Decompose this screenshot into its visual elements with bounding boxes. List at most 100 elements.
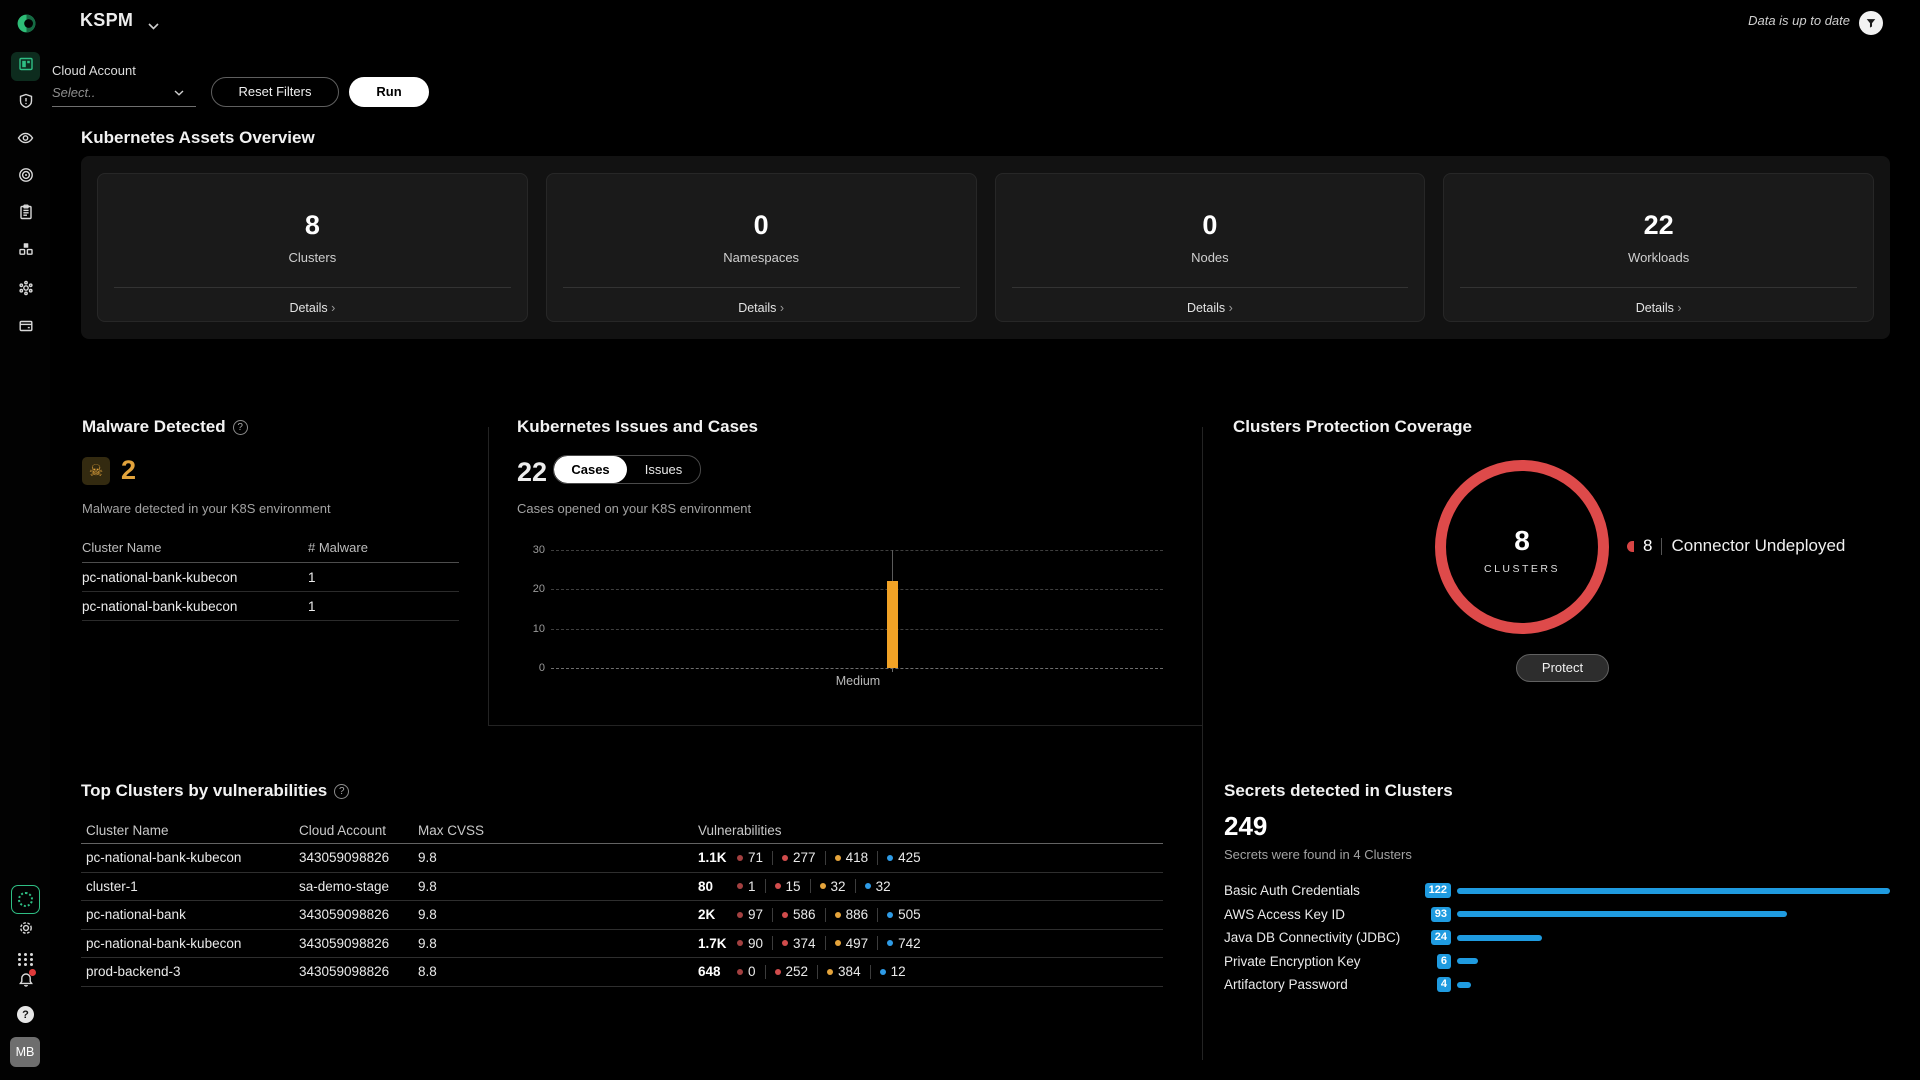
divider [765, 879, 766, 893]
filter-button[interactable] [1859, 11, 1883, 35]
table-row[interactable]: pc-national-bank-kubecon 343059098826 9.… [81, 844, 1163, 873]
top-clusters-title: Top Clusters by vulnerabilities [81, 781, 327, 800]
secret-label: AWS Access Key ID [1224, 907, 1419, 922]
details-link[interactable]: Details › [996, 301, 1425, 315]
issues-cases-title: Kubernetes Issues and Cases [517, 417, 758, 436]
cluster-name-cell: pc-national-bank-kubecon [86, 936, 299, 951]
cases-issues-toggle: Cases Issues [553, 455, 701, 484]
divider [1460, 287, 1857, 288]
severity-count: 97 [737, 907, 763, 922]
target-icon [18, 167, 34, 188]
sidebar-item-settings[interactable] [11, 916, 40, 945]
table-row[interactable]: prod-backend-3 343059098826 8.8 648 0 25… [81, 958, 1163, 987]
table-row[interactable]: pc-national-bank 343059098826 9.8 2K 97 … [81, 901, 1163, 930]
legend-value: 8 [1643, 536, 1652, 556]
severity-count: 497 [835, 936, 869, 951]
help-icon[interactable]: ? [334, 784, 349, 799]
details-link[interactable]: Details › [547, 301, 976, 315]
divider [877, 908, 878, 922]
chart-bar[interactable] [887, 581, 898, 668]
severity-count: 277 [782, 850, 816, 865]
tab-cases[interactable]: Cases [554, 456, 627, 483]
secret-row[interactable]: Private Encryption Key 6 [1224, 950, 1892, 974]
table-row[interactable]: cluster-1 sa-demo-stage 9.8 80 1 15 32 3… [81, 873, 1163, 902]
table-row[interactable]: pc-national-bank-kubecon1 [82, 592, 459, 621]
sidebar-item-notifications[interactable] [11, 968, 40, 997]
sidebar-item-copilot[interactable] [11, 885, 40, 914]
secrets-caption: Secrets were found in 4 Clusters [1224, 847, 1412, 862]
divider [1202, 427, 1203, 1060]
chevron-down-icon [174, 90, 184, 96]
secret-label: Java DB Connectivity (JDBC) [1224, 930, 1419, 945]
sidebar-item-attack-path[interactable] [11, 276, 40, 305]
wallet-icon [18, 318, 34, 339]
reset-filters-button[interactable]: Reset Filters [211, 77, 339, 107]
legend-marker-icon [1627, 541, 1634, 552]
secret-row[interactable]: Basic Auth Credentials 122 [1224, 879, 1892, 903]
user-avatar[interactable]: MB [10, 1037, 40, 1067]
secret-label: Artifactory Password [1224, 977, 1419, 992]
asset-label: Namespaces [547, 250, 976, 265]
divider [114, 287, 511, 288]
divider [563, 287, 960, 288]
severity-count: 418 [835, 850, 869, 865]
asset-value: 8 [98, 210, 527, 241]
severity-count: 71 [737, 850, 763, 865]
divider [877, 851, 878, 865]
table-row[interactable]: pc-national-bank-kubecon 343059098826 9.… [81, 930, 1163, 959]
help-icon[interactable]: ? [233, 420, 248, 435]
cluster-name-cell: pc-national-bank [86, 907, 299, 922]
malware-table: Cluster Name # Malware pc-national-bank-… [82, 533, 459, 621]
sidebar-item-dashboard[interactable] [11, 52, 40, 81]
asset-value: 22 [1444, 210, 1873, 241]
chevron-down-icon[interactable] [148, 17, 159, 35]
sidebar-item-reports[interactable] [11, 200, 40, 229]
secret-row[interactable]: Artifactory Password 4 [1224, 973, 1892, 997]
protect-button[interactable]: Protect [1516, 654, 1609, 682]
asset-card: 8 Clusters Details › [97, 173, 528, 322]
run-button[interactable]: Run [349, 77, 429, 107]
asset-value: 0 [996, 210, 1425, 241]
vulnerabilities-cell: 1.1K 71 277 418 425 [698, 850, 1163, 865]
app-logo-icon[interactable] [16, 13, 37, 34]
table-row[interactable]: pc-national-bank-kubecon1 [82, 563, 459, 592]
secret-bar [1457, 888, 1890, 894]
details-link[interactable]: Details › [1444, 301, 1873, 315]
sidebar-item-inventory[interactable] [11, 237, 40, 266]
cloud-account-cell: sa-demo-stage [299, 879, 418, 894]
sidebar-item-help[interactable]: ? [11, 1000, 40, 1029]
secret-label: Private Encryption Key [1224, 954, 1419, 969]
vulnerabilities-cell: 80 1 15 32 32 [698, 879, 1163, 894]
secret-bar [1457, 935, 1542, 941]
severity-dot-icon [835, 940, 841, 946]
sidebar: ? MB [0, 0, 50, 1080]
tab-issues[interactable]: Issues [627, 456, 700, 483]
details-link[interactable]: Details › [98, 301, 527, 315]
sidebar-item-policies[interactable] [11, 163, 40, 192]
sidebar-item-threats[interactable] [11, 89, 40, 118]
sidebar-item-billing[interactable] [11, 314, 40, 343]
dashboard-icon [18, 56, 34, 77]
chevron-right-icon: › [1677, 301, 1681, 315]
severity-dot-icon [835, 855, 841, 861]
severity-dot-icon [775, 969, 781, 975]
kspm-dashboard: ? MB KSPM Data is up to date Cloud Accou… [0, 0, 1920, 1080]
top-clusters-table: Cluster Name Cloud Account Max CVSS Vuln… [81, 817, 1163, 987]
top-clusters-rows: pc-national-bank-kubecon 343059098826 9.… [81, 844, 1163, 987]
cloud-account-select[interactable]: Select.. [52, 82, 196, 107]
secret-label: Basic Auth Credentials [1224, 883, 1419, 898]
divider [825, 851, 826, 865]
chevron-right-icon: › [780, 301, 784, 315]
asset-card: 0 Namespaces Details › [546, 173, 977, 322]
severity-count: 32 [820, 879, 846, 894]
secret-row[interactable]: Java DB Connectivity (JDBC) 24 [1224, 926, 1892, 950]
sidebar-item-visibility[interactable] [11, 126, 40, 155]
severity-count: 0 [737, 964, 756, 979]
divider [488, 427, 489, 725]
y-tick-label: 30 [525, 544, 545, 556]
assets-icon [18, 241, 34, 262]
severity-dot-icon [737, 969, 743, 975]
cluster-name-cell: pc-national-bank-kubecon [86, 850, 299, 865]
secret-row[interactable]: AWS Access Key ID 93 [1224, 903, 1892, 927]
table-header: Cluster Name # Malware [82, 533, 459, 563]
